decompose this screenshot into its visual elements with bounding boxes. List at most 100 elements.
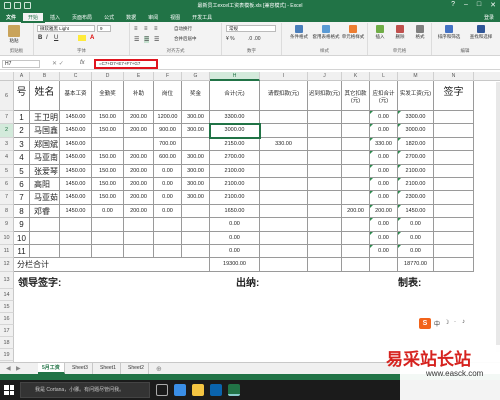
- cell-d[interactable]: 150.00: [92, 151, 124, 165]
- row-header[interactable]: 7: [0, 191, 14, 205]
- cell-l[interactable]: 0.00: [370, 151, 398, 165]
- cortana-search-box[interactable]: 我是 Cortana，小娜。有问题尽管问我。: [20, 382, 150, 398]
- sheet-tab-sheet2[interactable]: Sheet2: [124, 363, 149, 374]
- cell-f[interactable]: 600.00: [154, 151, 182, 165]
- tab-formulas[interactable]: 公式: [98, 12, 120, 22]
- cell-name[interactable]: 邓睿: [30, 204, 60, 219]
- cell-h[interactable]: 2100.00: [210, 178, 260, 192]
- row-header[interactable]: 9: [0, 218, 14, 232]
- cell-d[interactable]: [92, 137, 124, 152]
- total-sum-cell[interactable]: 19300.00: [210, 258, 260, 272]
- insert-function-icon[interactable]: fx: [80, 60, 85, 66]
- row-header[interactable]: 3: [0, 137, 14, 152]
- header-post[interactable]: 岗位: [154, 81, 182, 111]
- cell-f[interactable]: 1200.00: [154, 111, 182, 125]
- column-header-c[interactable]: C: [60, 72, 92, 81]
- cell-name[interactable]: [30, 245, 60, 259]
- cell-name[interactable]: 马国鑫: [30, 124, 60, 138]
- cell-no[interactable]: 6: [14, 178, 30, 192]
- column-header-i[interactable]: I: [260, 72, 308, 81]
- cell-g[interactable]: 300.00: [182, 151, 210, 165]
- cell-c[interactable]: 1450.00: [60, 151, 92, 165]
- cell-m[interactable]: 0.00: [398, 245, 434, 259]
- conditional-format-button[interactable]: 条件格式: [286, 25, 312, 40]
- cell-c[interactable]: 1450.00: [60, 137, 92, 152]
- cell-d[interactable]: [92, 218, 124, 232]
- cell-m[interactable]: 3000.00: [398, 124, 434, 138]
- cell-g[interactable]: 300.00: [182, 124, 210, 138]
- column-header-j[interactable]: J: [308, 72, 342, 81]
- align-bottom-icon[interactable]: ≡: [154, 26, 158, 32]
- cell-k[interactable]: [342, 151, 370, 165]
- cell-l[interactable]: 0.00: [370, 245, 398, 259]
- cell-g[interactable]: 300.00: [182, 164, 210, 178]
- cell-i[interactable]: [260, 151, 308, 165]
- cell-k[interactable]: [342, 245, 370, 259]
- cell-no[interactable]: 8: [14, 204, 30, 219]
- row-header[interactable]: 6: [0, 81, 14, 111]
- cell-d[interactable]: [92, 245, 124, 259]
- cell-i[interactable]: [260, 164, 308, 178]
- column-header-m[interactable]: M: [398, 72, 434, 81]
- cell-d[interactable]: 150.00: [92, 178, 124, 192]
- cell-h[interactable]: 3300.00: [210, 111, 260, 125]
- select-all-corner[interactable]: [0, 72, 14, 81]
- cell-signature[interactable]: [434, 204, 474, 219]
- tab-page-layout[interactable]: 页面布局: [66, 12, 98, 22]
- tab-review[interactable]: 审阅: [142, 12, 164, 22]
- sort-filter-button[interactable]: 排序和筛选: [434, 25, 464, 40]
- cell-e[interactable]: 200.00: [124, 124, 154, 138]
- cell-j[interactable]: [308, 111, 342, 125]
- cell-k[interactable]: [342, 191, 370, 205]
- bold-button[interactable]: B: [38, 35, 42, 41]
- cell-name[interactable]: 马亚茹: [30, 191, 60, 205]
- delete-cells-button[interactable]: 删除: [390, 25, 410, 40]
- cell-d[interactable]: 0.00: [92, 204, 124, 219]
- row-header[interactable]: 16: [0, 312, 14, 325]
- cell-l[interactable]: 0.00: [370, 111, 398, 125]
- find-select-button[interactable]: 查找和选择: [466, 25, 496, 40]
- cell-i[interactable]: [260, 245, 308, 259]
- add-sheet-icon[interactable]: ⊕: [156, 365, 162, 373]
- header-late-deduction[interactable]: 迟到扣款(元): [308, 81, 342, 111]
- cell-j[interactable]: [308, 137, 342, 152]
- cell-d[interactable]: 150.00: [92, 124, 124, 138]
- cell-c[interactable]: [60, 231, 92, 245]
- column-header-b[interactable]: B: [30, 72, 60, 81]
- cell-h[interactable]: 0.00: [210, 231, 260, 245]
- cell-e[interactable]: [124, 245, 154, 259]
- cell-i[interactable]: [260, 204, 308, 219]
- close-button[interactable]: ✕: [490, 1, 496, 9]
- cell-l[interactable]: 0.00: [370, 218, 398, 232]
- cell-name[interactable]: 马亚南: [30, 151, 60, 165]
- cell-i[interactable]: [260, 111, 308, 125]
- cell-name[interactable]: 郑国斌: [30, 137, 60, 152]
- row-header[interactable]: 8: [0, 204, 14, 219]
- align-top-icon[interactable]: ≡: [134, 26, 138, 32]
- total-empty-cell[interactable]: [342, 258, 370, 272]
- cell-signature[interactable]: [434, 178, 474, 192]
- cell-signature[interactable]: [434, 137, 474, 152]
- sign-in-link[interactable]: 登录: [484, 14, 494, 21]
- cell-signature[interactable]: [434, 124, 474, 138]
- cell-f[interactable]: [154, 245, 182, 259]
- column-header-h[interactable]: H: [210, 72, 260, 81]
- row-header[interactable]: 2: [0, 124, 14, 138]
- cell-j[interactable]: [308, 245, 342, 259]
- cell-e[interactable]: 200.00: [124, 164, 154, 178]
- cell-f[interactable]: 900.00: [154, 124, 182, 138]
- cell-g[interactable]: [182, 231, 210, 245]
- file-explorer-icon[interactable]: [192, 384, 204, 396]
- task-view-icon[interactable]: [156, 384, 168, 396]
- cell-i[interactable]: [260, 231, 308, 245]
- row-header[interactable]: 19: [0, 348, 14, 361]
- cell-m[interactable]: 3300.00: [398, 111, 434, 125]
- format-cells-button[interactable]: 格式: [410, 25, 430, 40]
- cell-m[interactable]: 2700.00: [398, 151, 434, 165]
- cell-j[interactable]: [308, 218, 342, 232]
- cell-name[interactable]: [30, 218, 60, 232]
- sheet-tab-sheet1[interactable]: Sheet1: [96, 363, 121, 374]
- total-empty-cell[interactable]: [260, 258, 308, 272]
- row-header[interactable]: 14: [0, 288, 14, 301]
- fill-color-icon[interactable]: [78, 35, 86, 41]
